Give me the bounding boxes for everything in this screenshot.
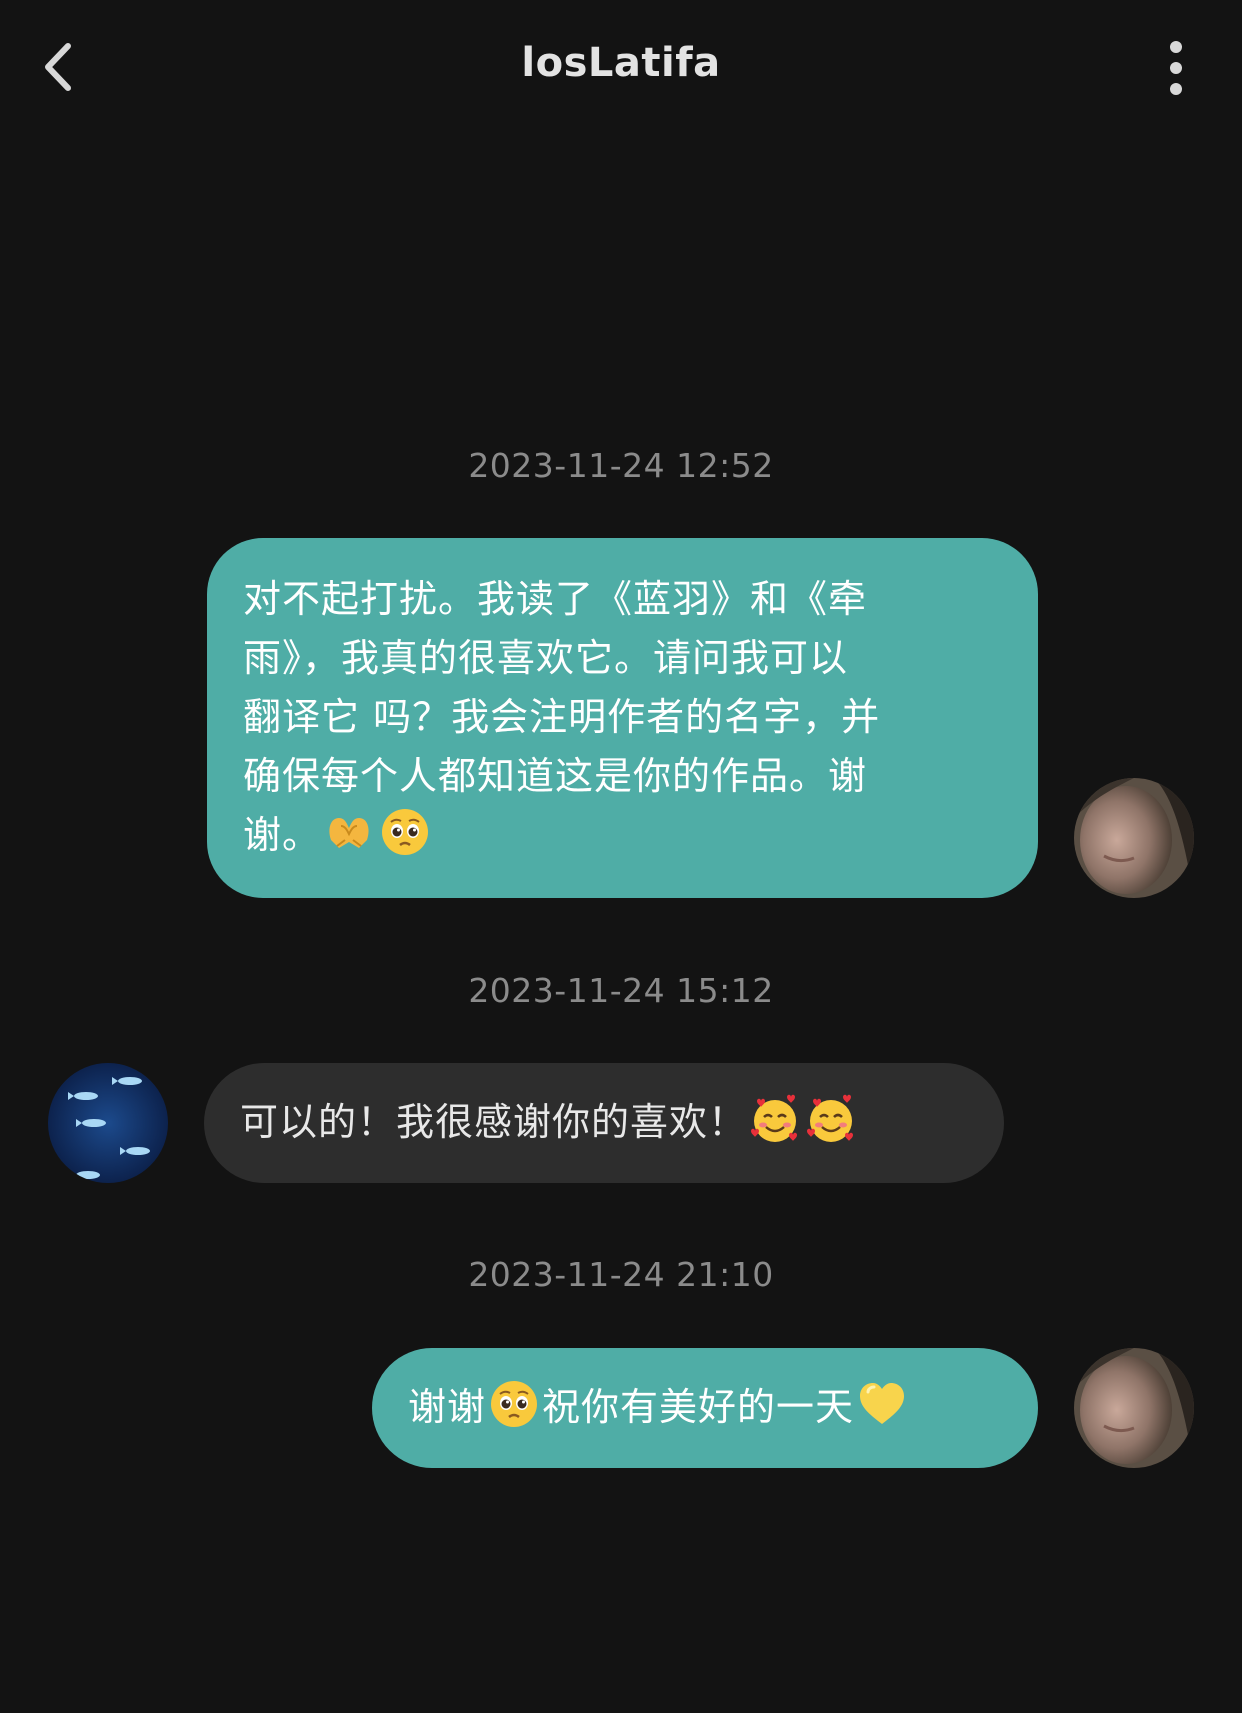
chat-title: losLatifa bbox=[521, 40, 721, 86]
heart-hands-emoji-icon bbox=[323, 806, 375, 858]
message-text: 祝你有美好的一天 bbox=[542, 1385, 855, 1429]
received-message-bubble[interactable]: 可以的！我很感谢你的喜欢！ bbox=[204, 1063, 1004, 1183]
message-text: 可以的！我很感谢你的喜欢！ bbox=[240, 1100, 748, 1144]
user-avatar[interactable] bbox=[1074, 1348, 1194, 1468]
message-timestamp: 2023-11-24 12:52 bbox=[468, 446, 774, 485]
message-text-line: 雨》，我真的很喜欢它。请问我可以 bbox=[243, 636, 849, 680]
smiling-face-with-hearts-emoji-icon bbox=[749, 1093, 801, 1145]
chat-header: losLatifa bbox=[0, 0, 1242, 135]
sent-message-bubble[interactable]: 对不起打扰。我读了《蓝羽》和《牵 雨》，我真的很喜欢它。请问我可以 翻译它 吗？… bbox=[207, 538, 1038, 898]
message-text: 谢。 bbox=[243, 813, 322, 857]
message-timestamp: 2023-11-24 15:12 bbox=[468, 971, 774, 1010]
message-text-line: 确保每个人都知道这是你的作品。谢 bbox=[243, 754, 868, 798]
message-timestamp: 2023-11-24 21:10 bbox=[468, 1255, 774, 1294]
message-text-line: 翻译它 吗？我会注明作者的名字，并 bbox=[243, 695, 881, 739]
yellow-heart-emoji-icon bbox=[856, 1378, 908, 1430]
message-text: 谢谢 bbox=[408, 1385, 487, 1429]
smiling-face-with-hearts-emoji-icon bbox=[805, 1093, 857, 1145]
pleading-face-emoji-icon bbox=[379, 806, 431, 858]
message-text-line: 对不起打扰。我读了《蓝羽》和《牵 bbox=[243, 577, 868, 621]
user-avatar[interactable] bbox=[1074, 778, 1194, 898]
more-vertical-icon bbox=[1170, 41, 1182, 95]
message-text-line-last: 谢。 bbox=[243, 806, 1002, 865]
more-options-button[interactable] bbox=[1154, 36, 1198, 100]
pleading-face-emoji-icon bbox=[488, 1378, 540, 1430]
sent-message-bubble[interactable]: 谢谢 祝你有美好的一天 bbox=[372, 1348, 1038, 1468]
contact-avatar[interactable] bbox=[48, 1063, 168, 1183]
